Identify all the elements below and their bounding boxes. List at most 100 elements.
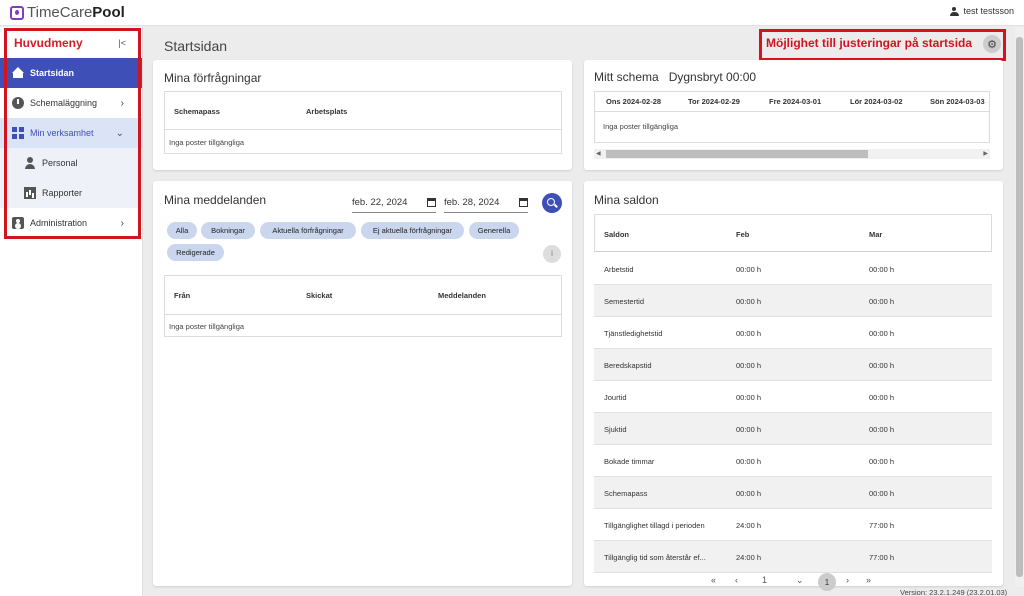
balance-value: 00:00 h bbox=[736, 457, 762, 466]
balance-value: 00:00 h bbox=[869, 265, 895, 274]
filter-chip-aktuella[interactable]: Aktuella förfrågningar bbox=[260, 222, 356, 239]
scroll-right-icon[interactable]: ▶ bbox=[983, 150, 988, 157]
balance-value: 00:00 h bbox=[869, 489, 895, 498]
sidebar-item-label: Schemaläggning bbox=[30, 98, 98, 108]
sidebar-item-administration[interactable]: Administration › bbox=[0, 208, 142, 238]
sidebar: Huvudmeny |< Startsidan Schemaläggning ›… bbox=[0, 27, 143, 596]
app-logo[interactable]: TimeCare Pool bbox=[10, 4, 125, 21]
balance-value: 00:00 h bbox=[869, 393, 895, 402]
table-row: Tillgänglighet tillagd i perioden 24:00 h… bbox=[594, 509, 992, 541]
sidebar-item-label: Min verksamhet bbox=[30, 128, 94, 138]
table-row: Beredskapstid 00:00 h 00:00 h bbox=[594, 349, 992, 381]
date-to-value: feb. 28, 2024 bbox=[444, 197, 500, 208]
page-title: Startsidan bbox=[164, 38, 228, 54]
balance-value: 24:00 h bbox=[736, 553, 762, 562]
user-icon bbox=[950, 6, 960, 16]
table-header: Schemapass Arbetsplats bbox=[165, 92, 561, 130]
gear-icon: ⚙ bbox=[987, 38, 997, 51]
messages-title: Mina meddelanden bbox=[164, 193, 267, 207]
table-row: Schemapass 00:00 h 00:00 h bbox=[594, 477, 992, 509]
column-header[interactable]: Arbetsplats bbox=[306, 107, 347, 116]
balance-value: 00:00 h bbox=[736, 489, 762, 498]
home-icon bbox=[12, 67, 24, 79]
balances-table-header: Saldon Feb Mar bbox=[594, 214, 992, 252]
balance-value: 00:00 h bbox=[736, 265, 762, 274]
calendar-icon[interactable] bbox=[427, 198, 436, 207]
last-page-icon[interactable]: » bbox=[866, 575, 871, 585]
chevron-right-icon: › bbox=[120, 97, 124, 109]
calendar-icon[interactable] bbox=[519, 198, 528, 207]
scrollbar-thumb[interactable] bbox=[1016, 37, 1023, 577]
balance-name: Beredskapstid bbox=[604, 361, 652, 370]
filter-chip-bokningar[interactable]: Bokningar bbox=[201, 222, 255, 239]
schedule-title: Mitt schema Dygnsbryt 00:00 bbox=[594, 70, 756, 84]
table-row: Tjänstledighetstid 00:00 h 00:00 h bbox=[594, 317, 992, 349]
balance-name: Sjuktid bbox=[604, 425, 627, 434]
column-header[interactable]: Schemapass bbox=[174, 107, 220, 116]
sidebar-item-label: Rapporter bbox=[42, 188, 83, 198]
messages-table: Från Skickat Meddelanden Inga poster til… bbox=[164, 275, 562, 337]
info-button[interactable] bbox=[543, 245, 561, 263]
balance-name: Jourtid bbox=[604, 393, 627, 402]
table-row: Arbetstid 00:00 h 00:00 h bbox=[594, 253, 992, 285]
clock-icon bbox=[12, 97, 24, 109]
day-header: Sön 2024-03-03 bbox=[930, 97, 985, 106]
balance-value: 24:00 h bbox=[736, 521, 762, 530]
user-menu[interactable]: test testsson bbox=[950, 6, 1014, 16]
collapse-sidebar-icon[interactable]: |< bbox=[118, 38, 126, 48]
scrollbar-thumb[interactable] bbox=[606, 150, 868, 158]
column-header[interactable]: Skickat bbox=[306, 291, 332, 300]
page-dropdown-icon[interactable]: ⌄ bbox=[796, 575, 804, 586]
table-row: Bokade timmar 00:00 h 00:00 h bbox=[594, 445, 992, 477]
balance-value: 00:00 h bbox=[869, 297, 895, 306]
search-button[interactable] bbox=[542, 193, 562, 213]
filter-chip-generella[interactable]: Generella bbox=[469, 222, 519, 239]
filter-chip-alla[interactable]: Alla bbox=[167, 222, 197, 239]
column-header[interactable]: Feb bbox=[736, 230, 749, 239]
report-icon bbox=[24, 187, 36, 199]
balance-name: Semestertid bbox=[604, 297, 645, 306]
balance-value: 00:00 h bbox=[736, 393, 762, 402]
admin-icon bbox=[12, 217, 24, 229]
table-header: Från Skickat Meddelanden bbox=[165, 276, 561, 315]
horizontal-scrollbar[interactable]: ◀ ▶ bbox=[594, 149, 990, 159]
chevron-right-icon: › bbox=[120, 217, 124, 229]
logo-text-pool: Pool bbox=[92, 4, 125, 21]
empty-message: Inga poster tillgängliga bbox=[169, 322, 245, 331]
vertical-scrollbar[interactable] bbox=[1015, 27, 1024, 587]
balance-value: 77:00 h bbox=[869, 553, 895, 562]
column-header[interactable]: Saldon bbox=[604, 230, 629, 239]
previous-page-icon[interactable]: ‹ bbox=[735, 575, 738, 585]
table-row: Jourtid 00:00 h 00:00 h bbox=[594, 381, 992, 413]
sidebar-title: Huvudmeny bbox=[14, 35, 83, 50]
sidebar-item-rapporter[interactable]: Rapporter bbox=[0, 178, 142, 208]
sidebar-item-startsidan[interactable]: Startsidan bbox=[0, 58, 142, 88]
table-row: Tillgänglig tid som återstår ef... 24:00 … bbox=[594, 541, 992, 573]
balance-value: 00:00 h bbox=[736, 361, 762, 370]
sidebar-item-min-verksamhet[interactable]: Min verksamhet ⌄ bbox=[0, 118, 142, 148]
filter-chip-redigerade[interactable]: Redigerade bbox=[167, 244, 224, 261]
date-from-value: feb. 22, 2024 bbox=[352, 197, 408, 208]
filter-chip-ej-aktuella[interactable]: Ej aktuella förfrågningar bbox=[361, 222, 464, 239]
current-page[interactable]: 1 bbox=[818, 573, 836, 591]
column-header[interactable]: Från bbox=[174, 291, 190, 300]
column-header[interactable]: Mar bbox=[869, 230, 882, 239]
user-name: test testsson bbox=[963, 6, 1014, 16]
balance-value: 00:00 h bbox=[869, 329, 895, 338]
settings-button[interactable]: ⚙ bbox=[983, 35, 1001, 53]
balance-name: Arbetstid bbox=[604, 265, 634, 274]
schedule-subtitle: Dygnsbryt 00:00 bbox=[668, 70, 757, 84]
sidebar-item-schemalaggning[interactable]: Schemaläggning › bbox=[0, 88, 142, 118]
column-header[interactable]: Meddelanden bbox=[438, 291, 486, 300]
date-to-field[interactable]: feb. 28, 2024 bbox=[444, 193, 528, 213]
page-select[interactable]: 1 bbox=[762, 575, 767, 585]
sidebar-item-label: Startsidan bbox=[30, 68, 75, 78]
date-from-field[interactable]: feb. 22, 2024 bbox=[352, 193, 436, 213]
sidebar-item-personal[interactable]: Personal bbox=[0, 148, 142, 178]
day-header: Fre 2024-03-01 bbox=[769, 97, 822, 106]
first-page-icon[interactable]: « bbox=[711, 575, 716, 585]
next-page-icon[interactable]: › bbox=[846, 575, 849, 585]
balance-value: 00:00 h bbox=[736, 297, 762, 306]
scroll-left-icon[interactable]: ◀ bbox=[596, 150, 601, 157]
requests-table: Schemapass Arbetsplats Inga poster tillg… bbox=[164, 91, 562, 154]
